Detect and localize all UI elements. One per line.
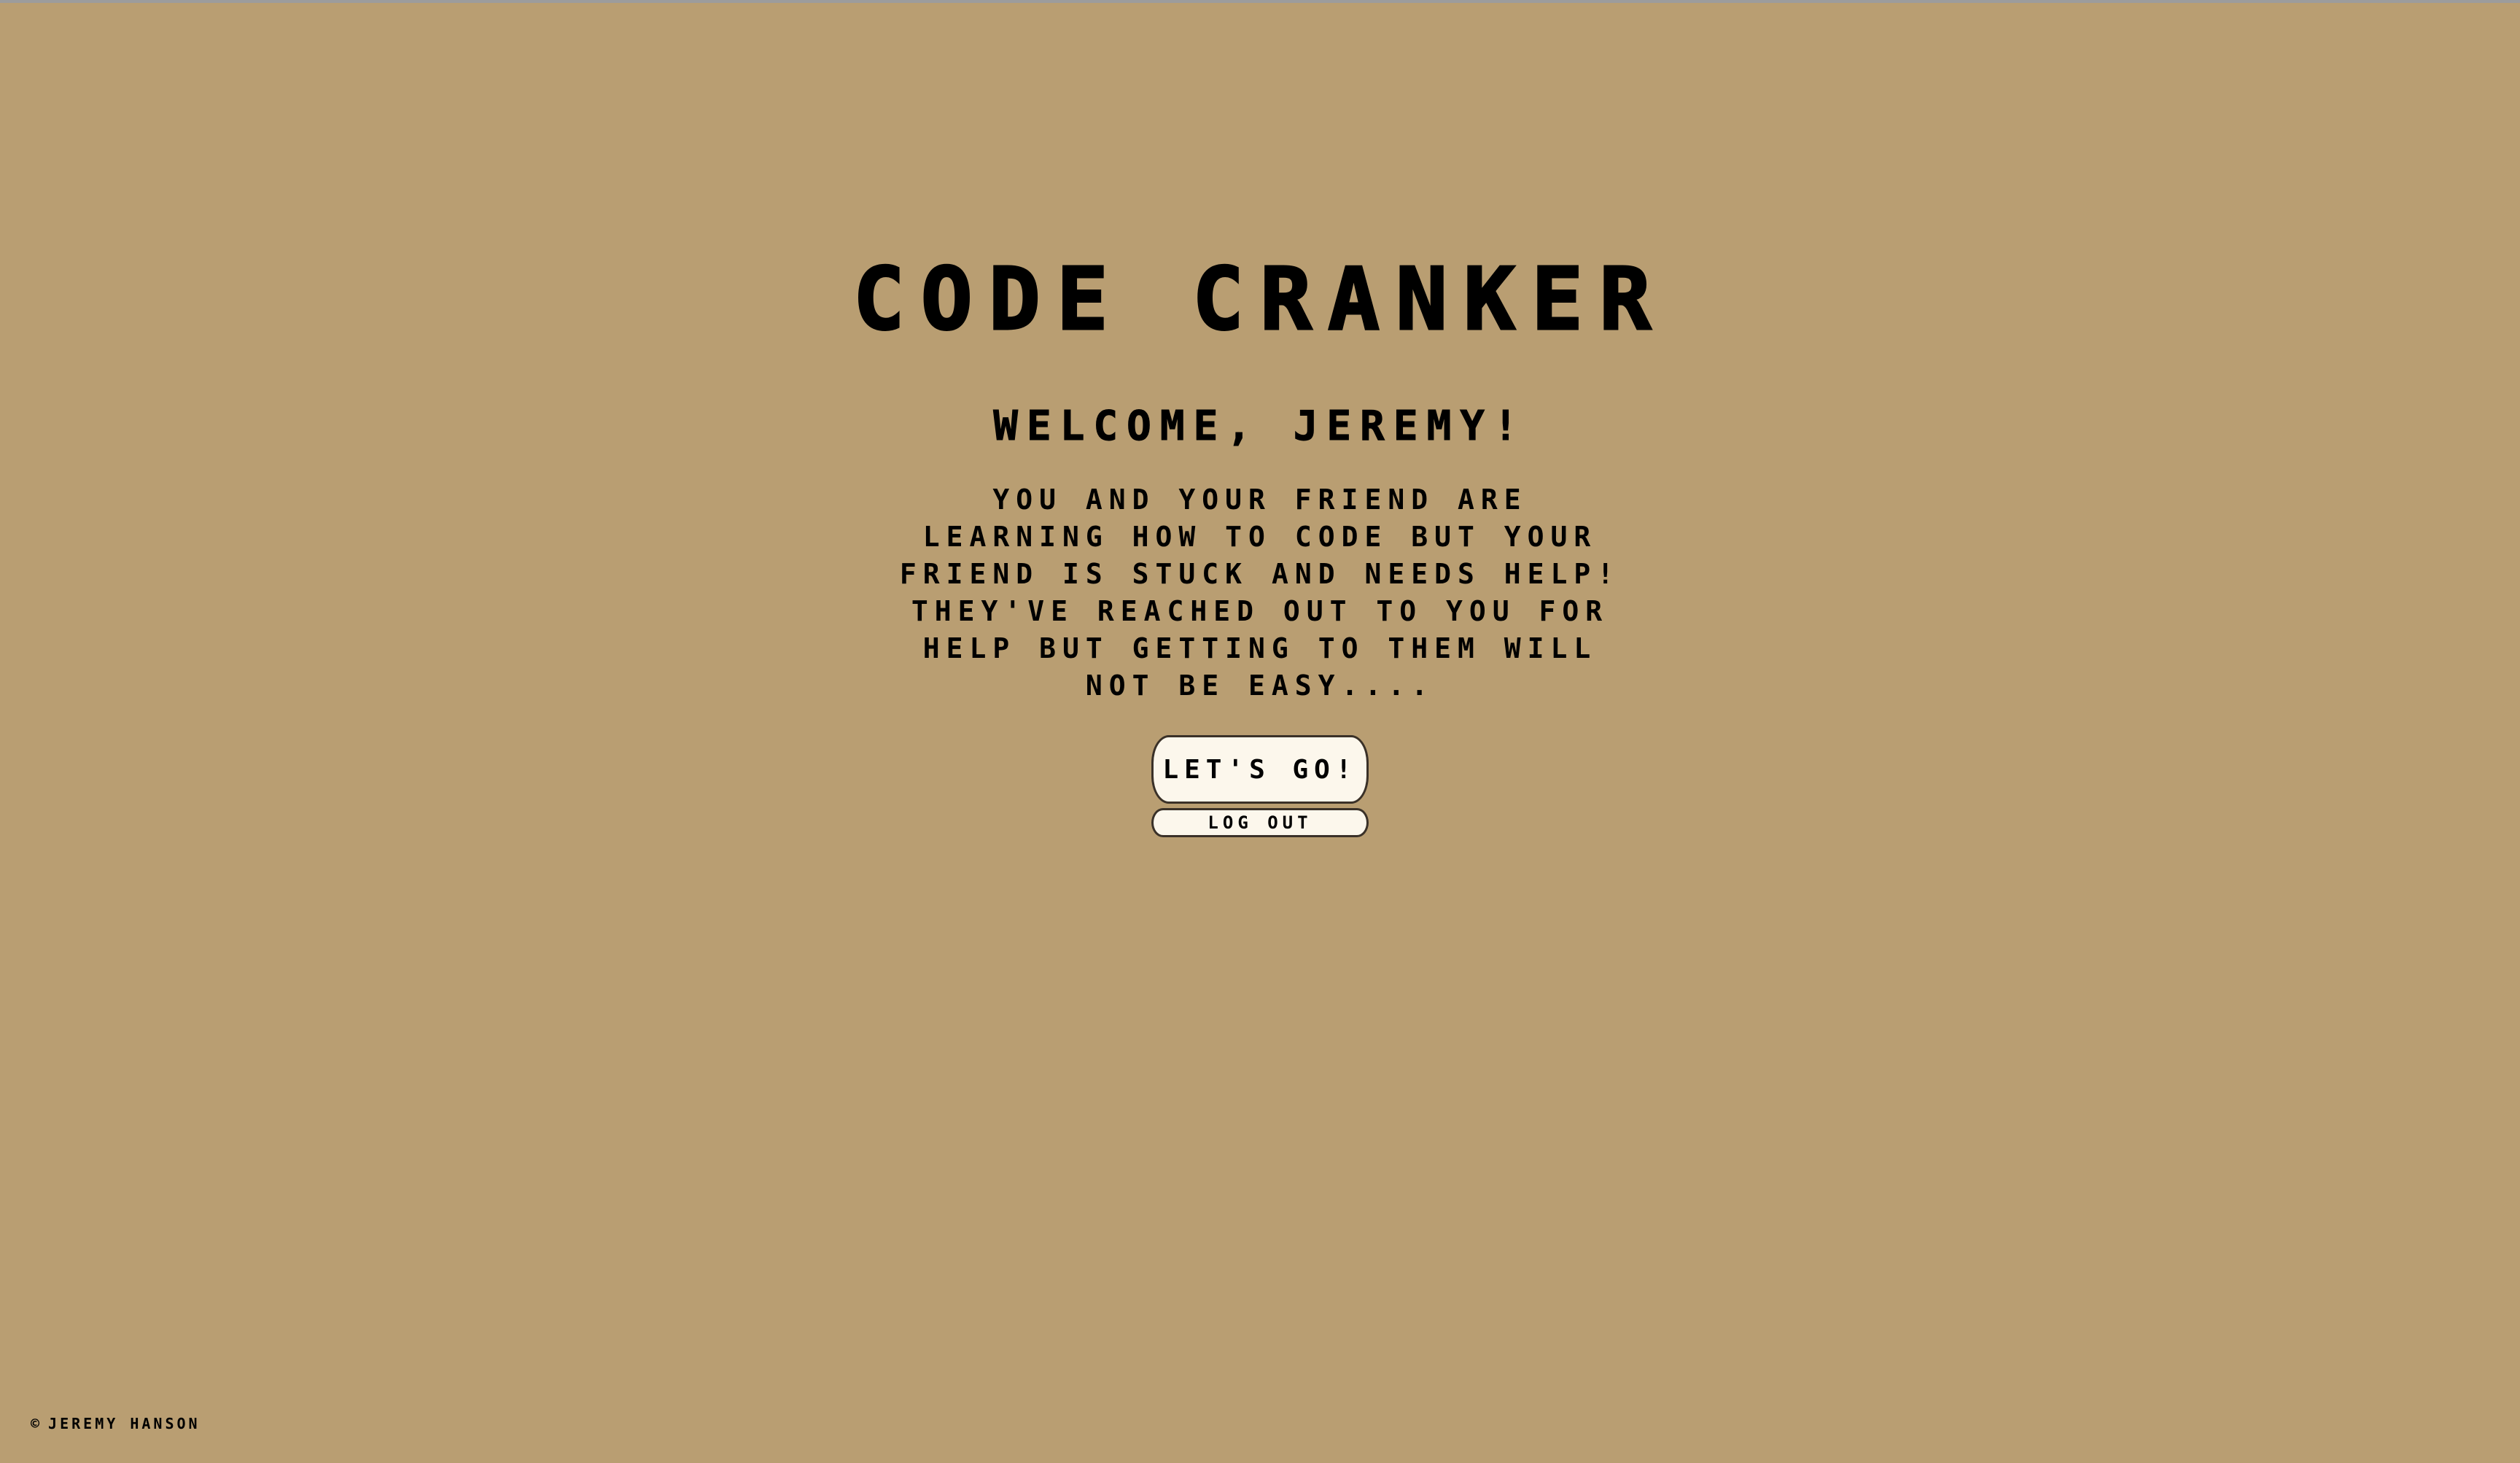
main-content: CODE CRANKER WELCOME, JEREMY! YOU AND YO… (0, 248, 2520, 837)
footer-credit: © JEREMY HANSON (31, 1415, 201, 1432)
lets-go-button[interactable]: LET'S GO! (1151, 735, 1369, 804)
author-name: JEREMY HANSON (48, 1415, 201, 1432)
copyright-icon: © (31, 1415, 43, 1432)
game-title: CODE CRANKER (852, 248, 1668, 351)
intro-text: YOU AND YOUR FRIEND ARE LEARNING HOW TO … (899, 484, 1621, 702)
log-out-button[interactable]: LOG OUT (1151, 808, 1369, 837)
welcome-heading: WELCOME, JEREMY! (993, 403, 1527, 451)
top-edge-strip (0, 0, 2520, 3)
